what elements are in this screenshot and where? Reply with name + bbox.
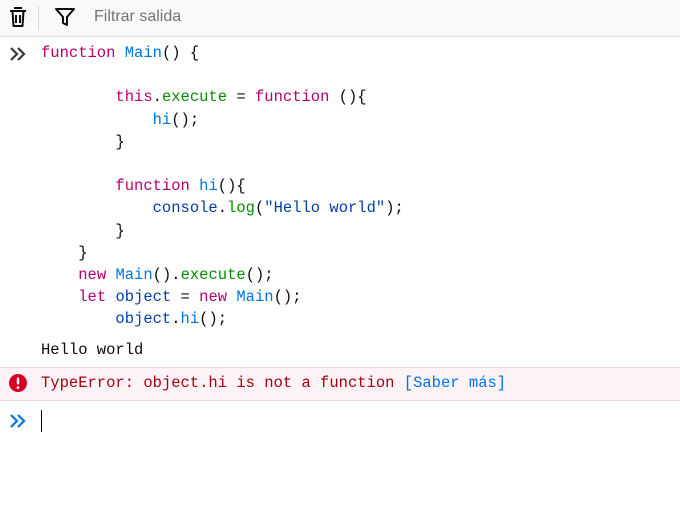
console-error-message: TypeError: object.hi is not a function […	[0, 367, 680, 401]
code-token: function	[115, 177, 190, 196]
code-token: );	[385, 199, 404, 218]
code-token: function	[41, 44, 116, 62]
code-token: }	[115, 132, 125, 151]
text-cursor	[41, 410, 42, 432]
double-chevron-right-icon	[10, 47, 26, 61]
code-token: object	[115, 288, 172, 307]
code-token: .	[217, 199, 228, 218]
code-token: =	[171, 288, 200, 307]
code-token: }	[78, 243, 88, 262]
funnel-icon[interactable]	[53, 5, 77, 29]
code-token: new	[199, 288, 228, 307]
code-token: execute	[161, 88, 228, 107]
error-circle-icon	[9, 374, 27, 392]
code-token: .	[152, 88, 162, 107]
code-token: new	[78, 266, 107, 285]
learn-more-link[interactable]: [Saber más]	[404, 374, 506, 392]
code-token: hi	[180, 310, 200, 329]
code-token: hi	[152, 110, 172, 129]
code-token: Main	[124, 44, 162, 62]
code-token: hi	[199, 177, 218, 196]
code-token: execute	[180, 266, 246, 285]
code-token: Main	[115, 266, 153, 285]
error-text: TypeError: object.hi is not a function […	[41, 374, 506, 392]
console-input-row[interactable]	[0, 402, 680, 440]
toolbar-separator	[38, 6, 39, 30]
console-toolbar	[0, 0, 680, 37]
code-token: (){	[329, 88, 367, 107]
code-token: ();	[171, 110, 200, 129]
code-token: ();	[199, 310, 228, 329]
code-token: ();	[273, 288, 302, 307]
input-prompt-icon	[10, 414, 26, 428]
code-token: ().	[152, 266, 181, 285]
code-token: ();	[245, 266, 274, 285]
trash-icon[interactable]	[6, 5, 30, 29]
code-token: .	[171, 310, 181, 329]
code-token: function	[254, 88, 330, 107]
code-token: (){	[217, 177, 246, 196]
error-message: TypeError: object.hi is not a function	[41, 374, 395, 392]
code-token: object	[115, 310, 172, 329]
code-token: "Hello world"	[264, 199, 386, 218]
code-token: let	[78, 288, 107, 307]
code-token: }	[115, 221, 125, 240]
console-log-output: Hello world	[41, 341, 144, 359]
code-token: () {	[161, 44, 200, 62]
code-token: Main	[236, 288, 274, 307]
code-token: console	[152, 199, 218, 218]
code-token: log	[227, 199, 255, 218]
console-input-code: function Main() { this.execute = functio…	[41, 42, 404, 331]
filter-output-input[interactable]	[86, 4, 662, 30]
code-token: =	[227, 88, 255, 107]
code-token: this	[115, 88, 153, 107]
code-token: (	[254, 199, 265, 218]
